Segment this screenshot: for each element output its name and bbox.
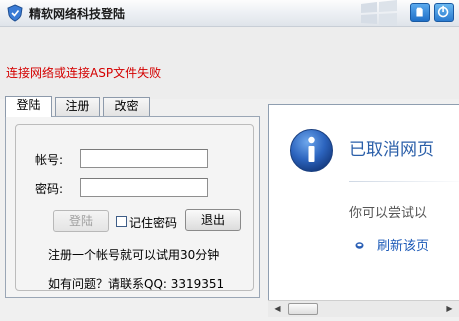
horizontal-scrollbar[interactable]: ◀ ▶ (268, 300, 459, 317)
login-group-box: 帐号: 密码: 登陆 记住密码 退出 注册一个帐号就可以试用30分钟 如有问题？… (15, 124, 254, 291)
tab-change-password-label: 改密 (114, 99, 139, 113)
skin-button[interactable] (410, 3, 430, 22)
status-area (0, 27, 459, 99)
contact-note: 如有问题？请联系QQ: 3319351 (48, 277, 225, 291)
app-shield-icon (7, 4, 23, 22)
tab-login-label: 登陆 (16, 98, 41, 112)
tab-register-label: 注册 (65, 99, 90, 113)
remember-password-checkbox[interactable] (116, 216, 127, 227)
close-icon (437, 5, 449, 18)
password-label: 密码: (35, 182, 64, 196)
scroll-thumb[interactable] (288, 303, 318, 315)
tab-register[interactable]: 注册 (55, 97, 100, 116)
bullet-icon (355, 242, 364, 249)
refresh-page-link[interactable]: 刷新该页 (377, 235, 429, 254)
suggestion-text: 你可以尝试以 (349, 206, 428, 221)
skin-icon (416, 7, 423, 17)
info-icon (290, 129, 333, 172)
tab-change-password[interactable]: 改密 (103, 97, 150, 116)
account-label: 帐号: (35, 153, 64, 167)
tab-login[interactable]: 登陆 (5, 96, 52, 117)
login-button[interactable]: 登陆 (53, 210, 109, 232)
exit-button[interactable]: 退出 (185, 209, 241, 231)
embedded-browser-pane: 已取消网页 你可以尝试以 刷新该页 (268, 104, 459, 300)
windows-logo-decoration (361, 0, 397, 26)
page-cancelled-heading: 已取消网页 (349, 140, 434, 160)
scroll-right-icon[interactable]: ▶ (442, 302, 457, 316)
close-button[interactable] (434, 3, 454, 22)
login-window: 精软网络科技登陆 连接网络或连接ASP文件失败 登陆 注册 改密 帐号: 密码:… (0, 0, 459, 321)
error-message: 连接网络或连接ASP文件失败 (6, 66, 162, 80)
divider (349, 181, 459, 182)
window-title: 精软网络科技登陆 (29, 7, 126, 21)
account-input[interactable] (80, 149, 208, 168)
trial-note: 注册一个帐号就可以试用30分钟 (48, 248, 220, 262)
title-bar: 精软网络科技登陆 (0, 0, 459, 27)
remember-password-label[interactable]: 记住密码 (129, 214, 177, 231)
password-input[interactable] (80, 178, 208, 197)
scroll-left-icon[interactable]: ◀ (270, 302, 285, 316)
login-panel: 帐号: 密码: 登陆 记住密码 退出 注册一个帐号就可以试用30分钟 如有问题？… (5, 116, 260, 298)
